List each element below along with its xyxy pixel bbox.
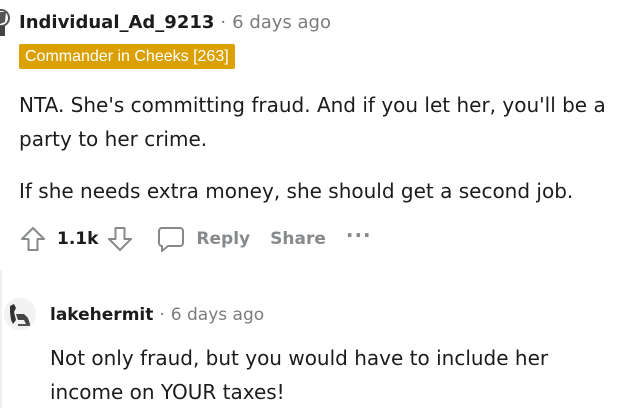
share-button[interactable]: Share [270,229,326,249]
avatar-icon [0,9,10,36]
upvote-button[interactable] [19,225,47,253]
reply-username[interactable]: lakehermit [50,305,153,325]
comment-timestamp[interactable]: 6 days ago [232,12,331,33]
comment-paragraph: NTA. She's committing fraud. And if you … [19,93,606,151]
avatar[interactable] [4,298,36,330]
meta-separator: · [159,305,165,325]
arrow-down-icon [108,227,133,251]
reply-button[interactable]: Reply [156,225,250,253]
reply-paragraph: Not only fraud, but you would have to in… [50,346,549,404]
reply-label[interactable]: Reply [196,229,250,249]
comment-actions: 1.1k Reply Share ··· [19,222,372,256]
avatar-icon [4,298,36,330]
arrow-up-icon [21,227,45,251]
comment-thread: Individual_Ad_9213 · 6 days ago Commander … [0,0,622,408]
reply-meta: lakehermit · 6 days ago [50,303,264,327]
downvote-button[interactable] [106,225,134,253]
vote-score: 1.1k [57,229,99,249]
comment-paragraph: If she needs extra money, she should get… [19,179,574,203]
comment-body: NTA. She's committing fraud. And if you … [19,88,619,226]
comment-username[interactable]: Individual_Ad_9213 [19,12,214,33]
ellipsis-icon[interactable]: ··· [346,225,372,253]
thread-line[interactable] [0,270,2,408]
avatar[interactable] [0,8,12,38]
meta-separator: · [220,12,227,33]
reply-body: Not only fraud, but you would have to in… [50,341,610,408]
comment-meta: Individual_Ad_9213 · 6 days ago [19,11,331,35]
user-flair: Commander in Cheeks [263] [19,44,235,69]
speech-bubble-icon [158,227,185,252]
reply-timestamp[interactable]: 6 days ago [171,305,264,325]
